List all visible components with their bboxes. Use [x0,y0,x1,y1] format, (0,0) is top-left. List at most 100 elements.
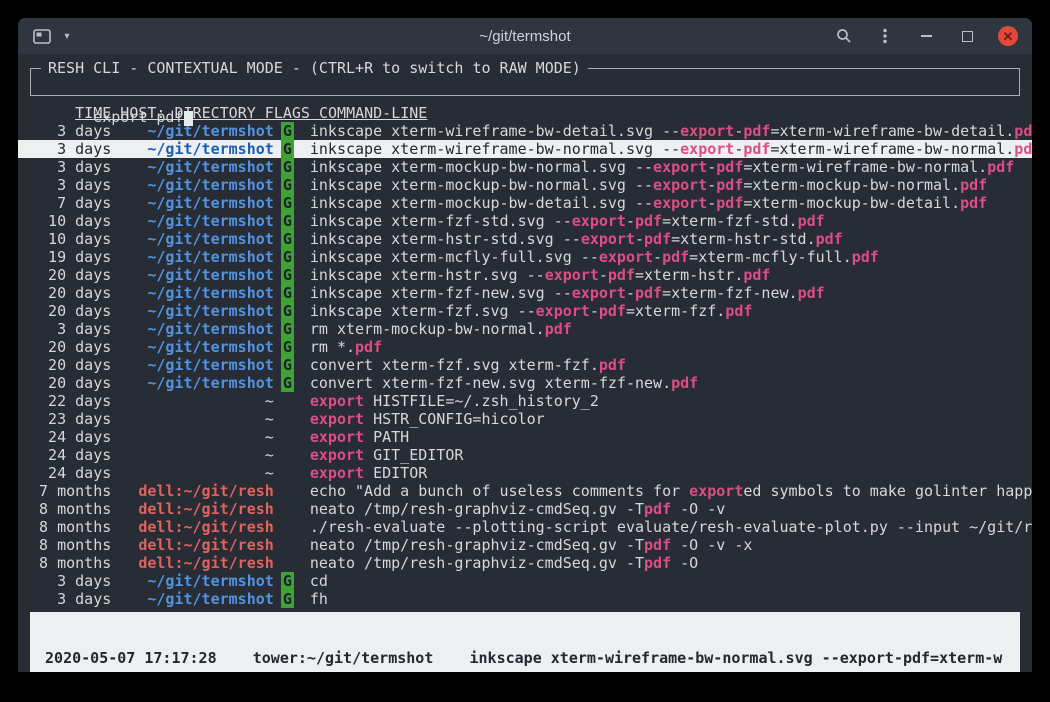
restore-icon [962,31,973,42]
row-flags: G [281,572,294,590]
row-time: 20 days [30,284,111,302]
history-row[interactable]: 24 days~export GIT_EDITOR [18,446,1032,464]
row-time: 8 months [30,500,111,518]
minimize-icon [921,35,932,37]
row-flags: G [281,248,294,266]
search-button[interactable] [834,26,854,46]
row-host-directory: ~/git/termshot [129,140,273,158]
row-command: ./resh-evaluate --plotting-script evalua… [310,518,1032,536]
row-command: inkscape xterm-fzf-std.svg --export-pdf=… [310,212,825,230]
row-command: export HISTFILE=~/.zsh_history_2 [310,392,599,410]
row-host-directory: ~/git/termshot [129,230,273,248]
row-host-directory: ~/git/termshot [129,572,273,590]
history-row[interactable]: 19 days~/git/termshotGinkscape xterm-mcf… [18,248,1032,266]
row-host-directory: ~/git/termshot [129,338,273,356]
history-list: 3 days ~/git/termshot Ginkscape xterm-wire… [18,122,1032,608]
row-flags: G [281,302,294,320]
row-flags: G [281,176,294,194]
search-frame-title: RESH CLI - CONTEXTUAL MODE - (CTRL+R to … [41,59,588,77]
history-row[interactable]: 10 days~/git/termshotGinkscape xterm-fzf… [18,212,1032,230]
history-row[interactable]: 3 days ~/git/termshot Gcd [18,572,1032,590]
row-time: 8 months [30,518,111,536]
row-time: 24 days [30,446,111,464]
row-flags: G [281,356,294,374]
row-command: rm *.pdf [310,338,382,356]
menu-kebab-icon [883,28,887,44]
row-time: 19 days [30,248,111,266]
history-row[interactable]: 20 days~/git/termshotGrm *.pdf [18,338,1032,356]
terminal-dropdown-button[interactable]: ▾ [57,26,77,46]
row-command: neato /tmp/resh-graphviz-cmdSeq.gv -Tpdf… [310,554,698,572]
history-row[interactable]: 3 days~/git/termshotGinkscape xterm-mock… [18,176,1032,194]
history-row[interactable]: 20 days~/git/termshotGconvert xterm-fzf.… [18,356,1032,374]
search-input[interactable]: export pdf [93,108,192,126]
search-frame: RESH CLI - CONTEXTUAL MODE - (CTRL+R to … [30,68,1020,96]
row-host-directory: dell:~/git/resh [129,518,273,536]
row-command: inkscape xterm-hstr-std.svg --export-pdf… [310,230,843,248]
history-row[interactable]: 8 months dell:~/git/resh ./resh-evaluate -… [18,518,1032,536]
history-row[interactable]: 20 days~/git/termshotGinkscape xterm-fzf… [18,284,1032,302]
row-command: inkscape xterm-wireframe-bw-detail.svg -… [310,122,1032,140]
row-time: 7 days [30,194,111,212]
row-host-directory: ~/git/termshot [129,194,273,212]
row-time: 8 months [30,554,111,572]
history-row[interactable]: 10 days~/git/termshotGinkscape xterm-hst… [18,230,1032,248]
history-row[interactable]: 3 days~/git/termshotGrm xterm-mockup-bw-… [18,320,1032,338]
history-row[interactable]: 20 days~/git/termshotGinkscape xterm-fzf… [18,302,1032,320]
row-command: neato /tmp/resh-graphviz-cmdSeq.gv -Tpdf… [310,536,753,554]
menu-button[interactable] [875,26,895,46]
minimize-button[interactable] [916,26,936,46]
close-button[interactable]: ✕ [998,26,1018,46]
row-host-directory: dell:~/git/resh [129,554,273,572]
row-command: cd [310,572,328,590]
search-query-text: export pdf [93,108,183,126]
row-command: inkscape xterm-hstr.svg --export-pdf=xte… [310,266,771,284]
row-command: inkscape xterm-mcfly-full.svg --export-p… [310,248,879,266]
row-command: echo "Add a bunch of useless comments fo… [310,482,1032,500]
history-row[interactable]: 24 days~export PATH [18,428,1032,446]
history-row[interactable]: 8 monthsdell:~/git/reshneato /tmp/resh-g… [18,536,1032,554]
terminal-window: ▾ ~/git/termshot [18,18,1032,672]
row-host-directory: ~/git/termshot [129,590,273,608]
history-row[interactable]: 7 days~/git/termshotGinkscape xterm-mock… [18,194,1032,212]
history-row[interactable]: 3 days~/git/termshotGinkscape xterm-wire… [18,140,1032,158]
new-terminal-button[interactable] [32,26,52,46]
row-command: convert xterm-fzf.svg xterm-fzf.pdf [310,356,626,374]
history-row[interactable]: 3 days~/git/termshotGinkscape xterm-mock… [18,158,1032,176]
row-host-directory: ~ [129,428,273,446]
history-row[interactable]: 8 months dell:~/git/resh neato /tmp/resh-g… [18,554,1032,572]
row-host-directory: ~/git/termshot [129,266,273,284]
row-host-directory: dell:~/git/resh [129,536,273,554]
history-row[interactable]: 24 days~export EDITOR [18,464,1032,482]
titlebar-left-controls: ▾ [32,26,222,46]
row-time: 20 days [30,338,111,356]
row-time: 3 days [30,572,111,590]
history-row[interactable]: 7 monthsdell:~/git/reshecho "Add a bunch… [18,482,1032,500]
history-row[interactable]: 22 days~export HISTFILE=~/.zsh_history_2 [18,392,1032,410]
history-row[interactable]: 20 days~/git/termshotGconvert xterm-fzf-… [18,374,1032,392]
search-icon [836,28,852,44]
row-time: 10 days [30,212,111,230]
row-command: export EDITOR [310,464,427,482]
row-host-directory: dell:~/git/resh [129,482,273,500]
history-row[interactable]: 20 days~/git/termshotGinkscape xterm-hst… [18,266,1032,284]
row-command: export PATH [310,428,409,446]
history-row[interactable]: 23 days~export HSTR_CONFIG=hicolor [18,410,1032,428]
row-time: 22 days [30,392,111,410]
row-host-directory: ~ [129,446,273,464]
history-row[interactable]: 3 days~/git/termshotGfh [18,590,1032,608]
row-command: inkscape xterm-fzf.svg --export-pdf=xter… [310,302,753,320]
row-flags: G [281,320,294,338]
row-time: 10 days [30,230,111,248]
row-host-directory: ~/git/termshot [129,320,273,338]
row-time: 3 days [30,320,111,338]
row-command: neato /tmp/resh-graphviz-cmdSeq.gv -Tpdf… [310,500,725,518]
row-time: 20 days [30,374,111,392]
row-flags: G [281,266,294,284]
history-row[interactable]: 8 monthsdell:~/git/reshneato /tmp/resh-g… [18,500,1032,518]
row-host-directory: ~/git/termshot [129,176,273,194]
row-command: inkscape xterm-mockup-bw-detail.svg --ex… [310,194,987,212]
restore-button[interactable] [957,26,977,46]
row-command: inkscape xterm-mockup-bw-normal.svg --ex… [310,158,1014,176]
row-command: inkscape xterm-fzf-new.svg --export-pdf=… [310,284,825,302]
